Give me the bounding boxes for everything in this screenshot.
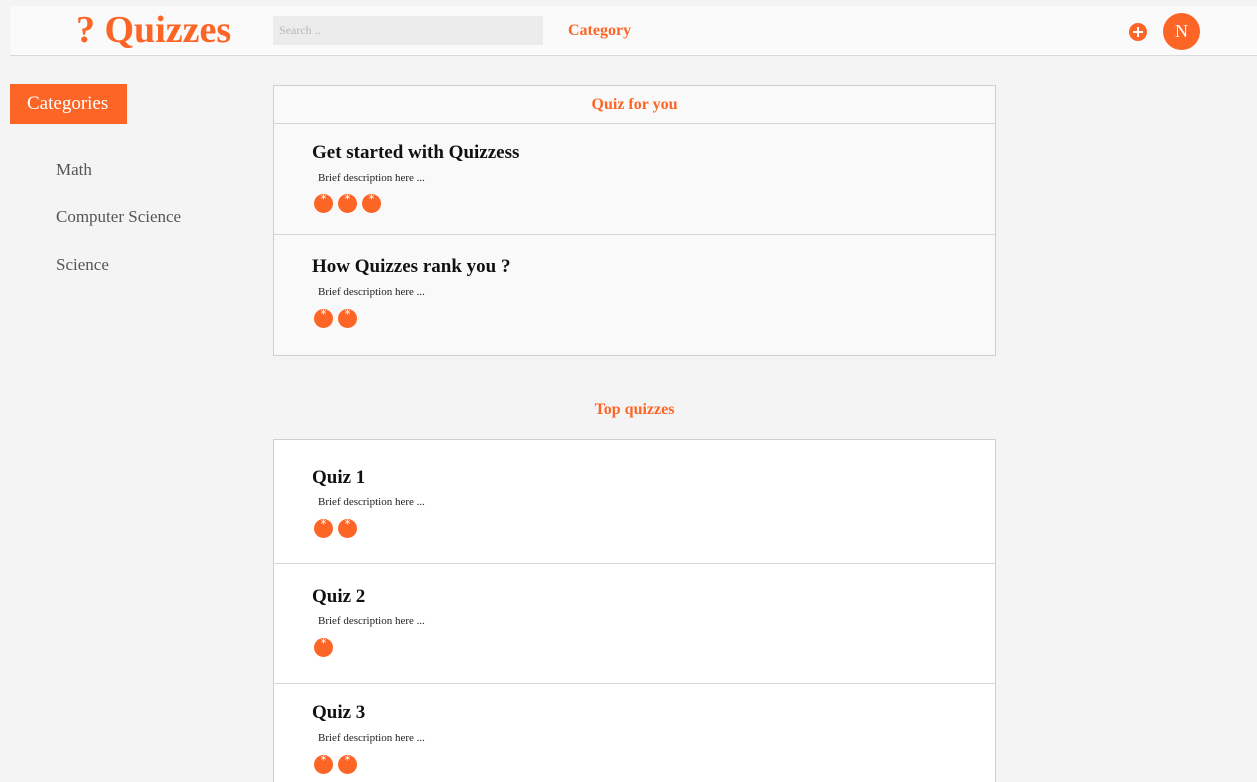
quiz-rating (314, 192, 381, 213)
quiz-title: Quiz 1 (312, 467, 366, 488)
sidebar-item-math[interactable]: Math (56, 160, 92, 180)
top-quizzes-title: Top quizzes (594, 401, 675, 418)
star-badge-icon (338, 517, 357, 538)
quiz-description: Brief description here ... (318, 496, 425, 508)
app-logo[interactable]: ? Quizzes (76, 8, 231, 52)
quiz-rating (314, 636, 333, 657)
star-badge-icon (338, 192, 357, 213)
quiz-description: Brief description here ... (318, 172, 425, 184)
star-badge-icon (314, 192, 333, 213)
star-badge-icon (314, 753, 333, 774)
quiz-description: Brief description here ... (318, 286, 425, 298)
quiz-for-you-panel: Quiz for you Get started with Quizzess B… (273, 85, 996, 356)
search-input[interactable] (273, 16, 543, 45)
quiz-rating (314, 517, 357, 538)
quiz-title: Quiz 2 (312, 586, 366, 607)
quiz-card[interactable]: Quiz 2 Brief description here ... (274, 564, 995, 684)
top-quizzes-panel: Quiz 1 Brief description here ... Quiz 2… (273, 439, 996, 782)
star-badge-icon (314, 307, 333, 328)
quiz-title: Quiz 3 (312, 702, 366, 723)
star-badge-icon (362, 192, 381, 213)
quiz-card[interactable]: Quiz 1 Brief description here ... (274, 440, 995, 564)
quiz-rating (314, 307, 357, 328)
top-navbar: ? Quizzes Category N (10, 6, 1257, 56)
nav-category-link[interactable]: Category (568, 22, 631, 40)
star-badge-icon (338, 753, 357, 774)
star-badge-icon (338, 307, 357, 328)
add-quiz-button[interactable] (1129, 23, 1147, 41)
quiz-description: Brief description here ... (318, 732, 425, 744)
quiz-description: Brief description here ... (318, 615, 425, 627)
quiz-card[interactable]: How Quizzes rank you ? Brief description… (274, 235, 995, 354)
star-badge-icon (314, 636, 333, 657)
quiz-rating (314, 753, 357, 774)
sidebar-item-science[interactable]: Science (56, 255, 109, 275)
user-avatar[interactable]: N (1163, 13, 1200, 50)
sidebar-item-computer-science[interactable]: Computer Science (56, 207, 181, 227)
quiz-card[interactable]: Get started with Quizzess Brief descript… (274, 124, 995, 235)
star-badge-icon (314, 517, 333, 538)
quiz-card[interactable]: Quiz 3 Brief description here ... (274, 684, 995, 782)
quiz-title: Get started with Quizzess (312, 142, 520, 163)
quiz-for-you-title: Quiz for you (274, 86, 995, 124)
categories-header: Categories (10, 84, 127, 124)
quiz-title: How Quizzes rank you ? (312, 256, 511, 277)
